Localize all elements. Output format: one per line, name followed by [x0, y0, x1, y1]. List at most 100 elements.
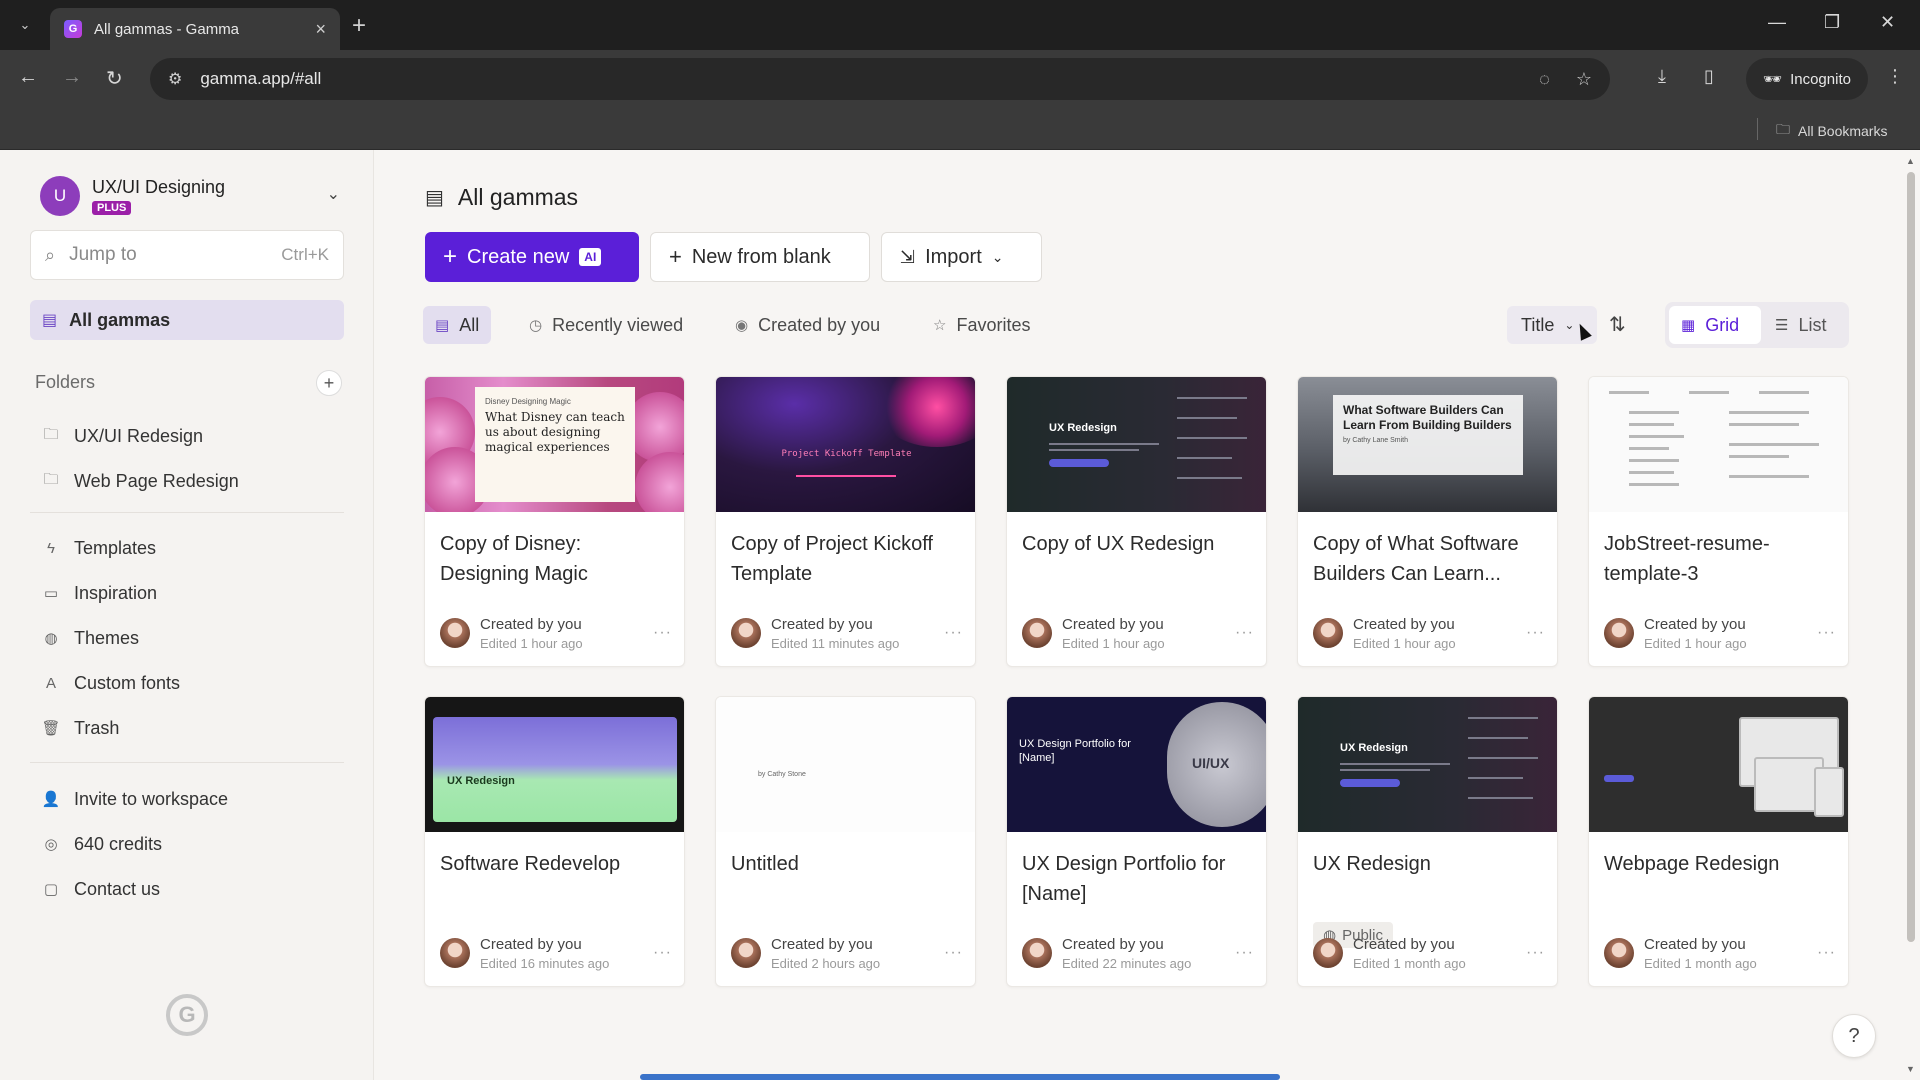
tab-search-chevron-icon[interactable]: ⌄ — [12, 13, 38, 37]
bookmark-star-icon[interactable]: ☆ — [1576, 69, 1592, 90]
gamma-card[interactable]: UX Redesign Software Redevelop Created b… — [424, 696, 685, 987]
card-title: UX Design Portfolio for [Name] — [1022, 853, 1226, 905]
more-options-icon[interactable]: ··· — [1817, 944, 1836, 962]
browser-tab[interactable]: G All gammas - Gamma × — [50, 8, 340, 50]
card-created-by: Created by you — [771, 615, 873, 633]
filter-created-by-you[interactable]: ◉ Created by you — [723, 306, 892, 344]
avatar — [1313, 938, 1343, 968]
close-window-icon[interactable]: ✕ — [1880, 12, 1895, 33]
more-options-icon[interactable]: ··· — [653, 944, 672, 962]
thumb-text: UX Design Portfolio for [Name] — [1019, 738, 1131, 764]
palette-icon: ◍ — [44, 630, 58, 647]
sidebar-folder-web-page-redesign[interactable]: 🗀 Web Page Redesign — [40, 467, 239, 495]
avatar — [1604, 938, 1634, 968]
sidebar-divider — [30, 762, 344, 763]
eye-slash-icon[interactable]: ◌ — [1539, 69, 1550, 90]
gamma-card[interactable]: Project Kickoff Template Copy of Project… — [715, 376, 976, 667]
help-button[interactable]: ? — [1832, 1014, 1876, 1058]
user-circle-icon: ◉ — [735, 317, 749, 334]
reload-icon[interactable]: ↻ — [106, 66, 123, 91]
folders-heading: Folders — [35, 372, 96, 392]
sidebar-item-inspiration[interactable]: ▭ Inspiration — [40, 579, 157, 607]
gamma-card[interactable]: UX Design Portfolio for [Name] UI/UX UX … — [1006, 696, 1267, 987]
more-options-icon[interactable]: ··· — [1817, 624, 1836, 642]
all-bookmarks-button[interactable]: 🗀 All Bookmarks — [1776, 119, 1887, 143]
browser-menu-icon[interactable]: ⋮ — [1886, 66, 1904, 87]
sort-direction-icon[interactable]: ⇅ — [1609, 312, 1626, 337]
download-icon[interactable]: ⤓ — [1658, 66, 1666, 87]
gamma-card[interactable]: UX Redesign Copy of UX Redesign Created … — [1006, 376, 1267, 667]
sidebar-item-contact[interactable]: ▢ Contact us — [40, 875, 160, 903]
create-new-button[interactable]: + Create new AI — [425, 232, 639, 282]
scroll-up-icon[interactable]: ▲ — [1906, 156, 1915, 166]
gamma-card[interactable]: by Cathy Stone Untitled Created by you E… — [715, 696, 976, 987]
card-meta: Created by you Edited 1 month ago ··· — [1313, 934, 1545, 972]
scroll-down-icon[interactable]: ▼ — [1906, 1064, 1915, 1074]
new-from-blank-button[interactable]: + New from blank — [650, 232, 870, 282]
more-options-icon[interactable]: ··· — [1235, 624, 1254, 642]
more-options-icon[interactable]: ··· — [653, 624, 672, 642]
close-tab-icon[interactable]: × — [315, 19, 326, 40]
book-icon: ▭ — [43, 585, 59, 602]
sidebar-item-templates[interactable]: ϟ Templates — [40, 534, 156, 562]
restore-icon[interactable]: ❐ — [1824, 12, 1840, 33]
ai-badge: AI — [579, 248, 602, 266]
sidebar-item-all-gammas[interactable]: ▤ All gammas — [30, 300, 344, 340]
jump-to-search[interactable]: ⌕ Jump to Ctrl+K — [30, 230, 344, 280]
create-new-label: Create new — [467, 245, 570, 268]
scrollbar-thumb[interactable] — [1907, 172, 1915, 942]
gamma-card[interactable]: Disney Designing Magic What Disney can t… — [424, 376, 685, 667]
plus-icon: + — [443, 243, 458, 270]
import-label: Import — [925, 245, 982, 268]
workspace-switcher[interactable]: U UX/UI Designing PLUS ⌄ — [40, 174, 340, 218]
card-edited-time: Edited 22 minutes ago — [1062, 955, 1192, 971]
filter-recently-viewed[interactable]: ◷ Recently viewed — [517, 306, 695, 344]
sidebar-item-credits[interactable]: ◎ 640 credits — [40, 830, 162, 858]
filter-favorites[interactable]: ☆ Favorites — [921, 306, 1042, 344]
thumb-text: UX Redesign — [1049, 422, 1117, 434]
thumb-text: UX Redesign — [447, 775, 515, 787]
list-view-button[interactable]: ☰ List — [1763, 306, 1845, 344]
card-created-by: Created by you — [480, 935, 582, 953]
sidebar-item-themes[interactable]: ◍ Themes — [40, 624, 139, 652]
thumb-text: by Cathy Lane Smith — [1343, 437, 1408, 444]
gamma-card[interactable]: What Software Builders Can Learn From Bu… — [1297, 376, 1558, 667]
grid-view-button[interactable]: ▦ Grid — [1669, 306, 1761, 344]
more-options-icon[interactable]: ··· — [1526, 944, 1545, 962]
chevron-down-icon[interactable]: ⌄ — [327, 184, 340, 204]
avatar — [1313, 618, 1343, 648]
side-panel-icon[interactable]: ▯ — [1704, 66, 1714, 87]
incognito-indicator[interactable]: 🕶 Incognito — [1746, 58, 1868, 100]
filter-all[interactable]: ▤ All — [423, 306, 492, 344]
more-options-icon[interactable]: ··· — [944, 944, 963, 962]
vertical-scrollbar[interactable]: ▲ ▼ — [1902, 150, 1920, 1080]
address-bar[interactable]: ⚙ gamma.app/#all ◌ ☆ — [150, 58, 1610, 100]
browser-toolbar: ← → ↻ ⚙ gamma.app/#all ◌ ☆ ⤓ ▯ 🕶 Incogni… — [0, 50, 1920, 108]
sidebar-item-label: Contact us — [74, 878, 161, 899]
card-thumbnail — [1589, 377, 1848, 512]
sidebar-item-trash[interactable]: 🗑 Trash — [40, 714, 119, 742]
gamma-card[interactable]: JobStreet-resume-template-3 Created by y… — [1588, 376, 1849, 667]
add-folder-button[interactable]: + — [316, 370, 342, 396]
minimize-icon[interactable]: — — [1768, 12, 1786, 33]
sidebar-item-custom-fonts[interactable]: A Custom fonts — [40, 669, 180, 697]
site-info-icon[interactable]: ⚙ — [168, 69, 182, 89]
card-edited-time: Edited 16 minutes ago — [480, 955, 610, 971]
all-bookmarks-label: All Bookmarks — [1798, 123, 1888, 139]
horizontal-scrollbar[interactable] — [640, 1074, 1280, 1080]
more-options-icon[interactable]: ··· — [1235, 944, 1254, 962]
new-tab-plus-icon[interactable]: + — [352, 12, 366, 40]
folder-icon: 🗀 — [43, 470, 59, 488]
sidebar-folder-ux-ui-redesign[interactable]: 🗀 UX/UI Redesign — [40, 422, 203, 450]
forward-arrow-icon[interactable]: → — [62, 66, 82, 89]
gamma-card[interactable]: UX Redesign UX Redesign ◍ Public Created… — [1297, 696, 1558, 987]
url-text[interactable]: gamma.app/#all — [200, 69, 1513, 89]
card-title: JobStreet-resume-template-3 — [1604, 533, 1770, 585]
back-arrow-icon[interactable]: ← — [18, 66, 38, 89]
gamma-card[interactable]: Webpage Redesign Created by you Edited 1… — [1588, 696, 1849, 987]
sidebar-item-invite[interactable]: 👤 Invite to workspace — [40, 785, 228, 813]
import-button[interactable]: ⇲ Import ⌄ — [881, 232, 1042, 282]
more-options-icon[interactable]: ··· — [944, 624, 963, 642]
more-options-icon[interactable]: ··· — [1526, 624, 1545, 642]
folder-label: Web Page Redesign — [74, 470, 239, 491]
